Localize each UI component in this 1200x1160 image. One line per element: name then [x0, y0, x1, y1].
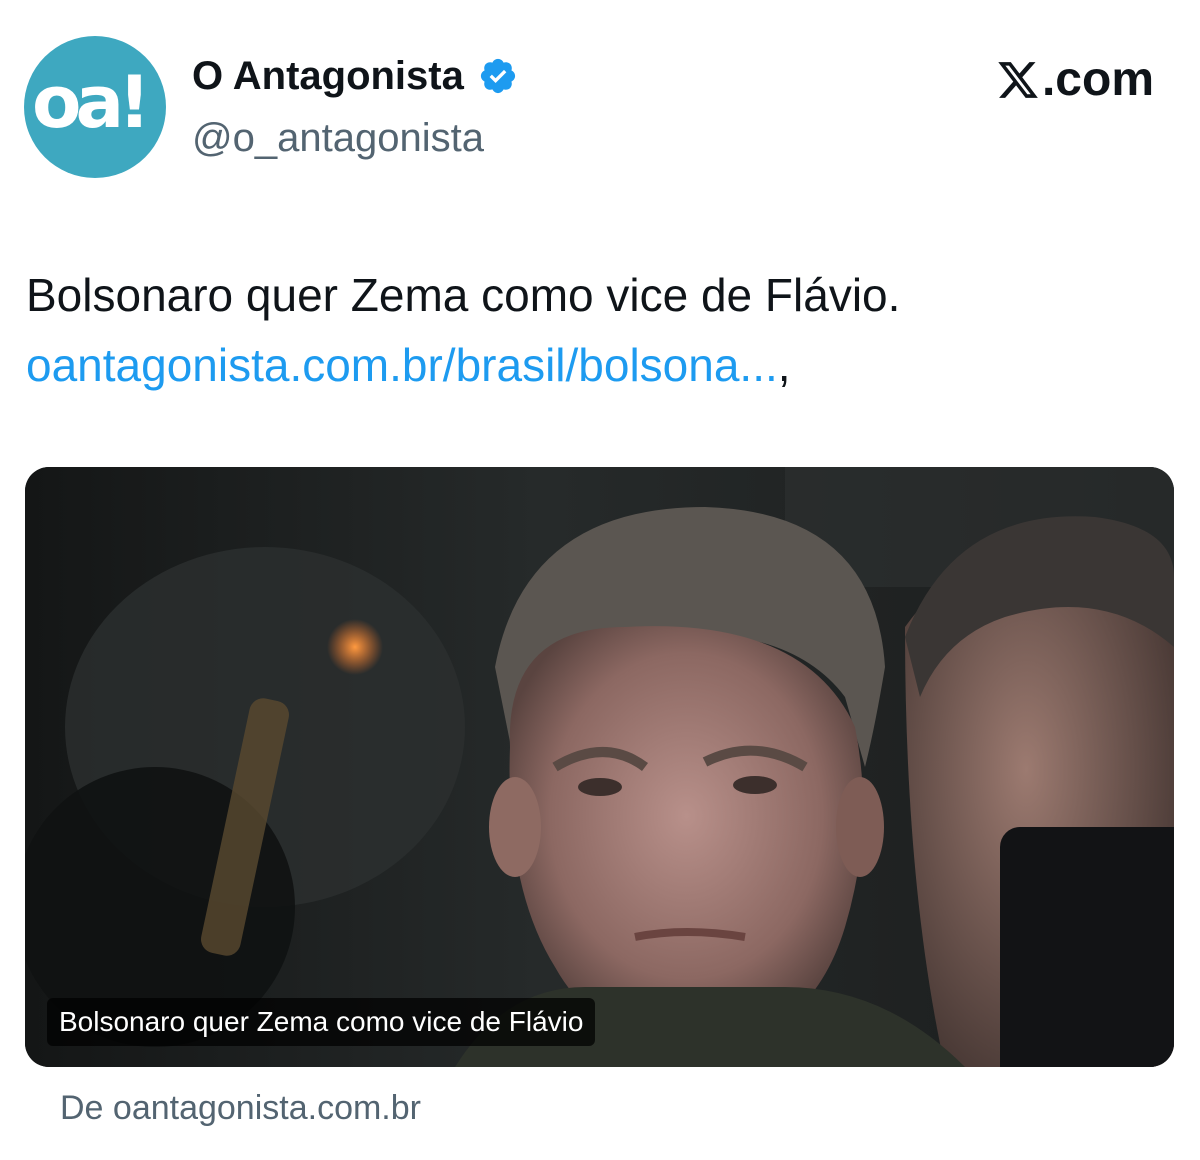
tweet-link-line: oantagonista.com.br/brasil/bolsona...,	[26, 336, 791, 394]
account-display-name[interactable]: O Antagonista	[192, 52, 518, 100]
card-caption-label: Bolsonaro quer Zema como vice de Flávio	[47, 998, 596, 1046]
verified-badge-icon	[480, 58, 515, 94]
display-name-text[interactable]: O Antagonista	[192, 52, 464, 100]
avatar-logo-text: oa!	[32, 60, 151, 144]
link-preview-card[interactable]	[25, 467, 1174, 1067]
account-handle[interactable]: @o_antagonista	[192, 114, 484, 162]
account-avatar[interactable]: oa!	[24, 36, 166, 178]
x-logo-domain-text: .com	[1041, 53, 1154, 106]
x-logo-icon	[998, 62, 1038, 98]
card-photo	[25, 467, 1174, 1067]
x-brand-logo: .com	[996, 52, 1154, 108]
card-source-domain[interactable]: De oantagonista.com.br	[60, 1086, 421, 1130]
tweet-body-text: Bolsonaro quer Zema como vice de Flávio.	[26, 269, 901, 321]
tweet-link-suffix: ,	[777, 339, 791, 391]
tweet-url-link[interactable]: oantagonista.com.br/brasil/bolsona...	[26, 339, 778, 391]
